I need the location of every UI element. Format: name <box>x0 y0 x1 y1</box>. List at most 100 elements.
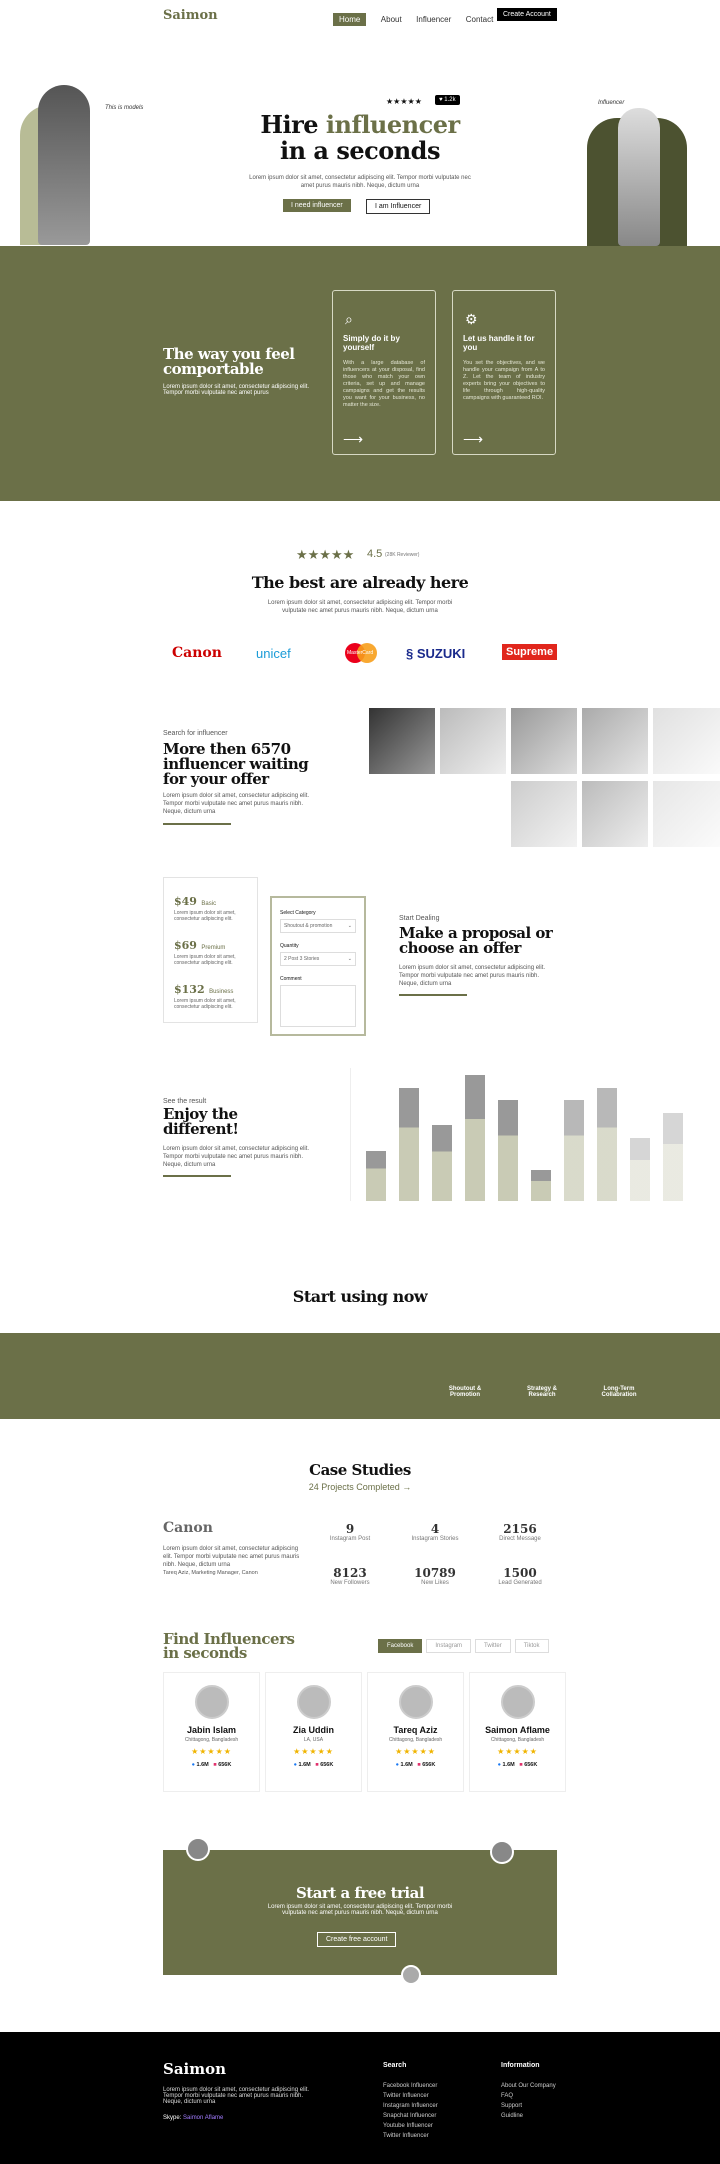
price-business[interactable]: $132 Business Lorem ipsum dolor sit amet,… <box>174 980 257 1010</box>
card-diy-desc: With a large database of influencers at … <box>343 360 425 408</box>
influencer-photo[interactable] <box>369 708 435 774</box>
influencer-name: Tareq Aziz <box>393 1725 438 1735</box>
result-kicker: See the result <box>163 1098 207 1105</box>
influencer-name: Saimon Aflame <box>485 1725 550 1735</box>
footer-link[interactable]: FAQ <box>501 2093 556 2099</box>
price-premium[interactable]: $69 Premium Lorem ipsum dolor sit amet, c… <box>174 936 257 966</box>
chart-bar <box>531 1169 551 1201</box>
search-underline <box>163 823 231 825</box>
comment-label: Comment <box>280 976 302 982</box>
tab-tiktok[interactable]: Tiktok <box>514 1639 549 1653</box>
skype-link[interactable]: Saimon Aflame <box>183 2115 223 2121</box>
influencer-photo[interactable] <box>582 708 648 774</box>
service-shoutout[interactable]: Shoutout & Promotion <box>440 1386 490 1398</box>
rating-stars: ★★★★★ <box>395 1747 436 1756</box>
category-label: Select Category <box>280 910 316 916</box>
case-stat-label: Lead Generated <box>498 1580 542 1586</box>
influencer-card[interactable]: Tareq Aziz Chittagong, Bangladesh ★★★★★ ● 1… <box>367 1672 464 1792</box>
influencer-card[interactable]: Zia Uddin LA, USA ★★★★★ ● 1.6M ■ 656K <box>265 1672 362 1792</box>
fb-followers: 1.6M <box>400 1762 413 1768</box>
price-basic[interactable]: $49 Basic Lorem ipsum dolor sit amet, con… <box>174 892 257 922</box>
footer-desc: Lorem ipsum dolor sit amet, consectetur … <box>163 2087 310 2105</box>
card-diy[interactable]: ⌕ Simply do it by yourself With a large … <box>332 290 436 455</box>
footer-link[interactable]: Guidline <box>501 2113 556 2119</box>
footer-search-title: Search <box>383 2062 407 2069</box>
influencer-name: Jabin Islam <box>186 1725 237 1735</box>
footer-search: Search Facebook Influencer Twitter Influe… <box>383 2062 438 2143</box>
platform-tabs: Facebook Instagram Twitter Tiktok <box>374 1634 549 1653</box>
footer-link[interactable]: Snapchat Influencer <box>383 2113 438 2119</box>
comment-textarea[interactable] <box>280 985 356 1027</box>
hero-title-b: influencer <box>325 110 460 139</box>
service-strategy[interactable]: Strategy & Research <box>517 1386 567 1398</box>
avatar <box>401 1965 421 1985</box>
case-stat-value: 9 <box>345 1522 355 1536</box>
reviews-title: The best are already here <box>251 573 469 592</box>
influencer-photo[interactable] <box>440 708 506 774</box>
deal-title: Make a proposal or choose an offer <box>399 924 553 957</box>
footer-link[interactable]: Twitter Influencer <box>383 2133 438 2139</box>
case-stat-label: New Followers <box>330 1580 370 1586</box>
need-influencer-button[interactable]: I need influencer <box>283 199 351 212</box>
case-stat-value: 4 <box>430 1522 440 1536</box>
influencer-photo[interactable] <box>653 781 720 847</box>
create-free-account-button[interactable]: Create free account <box>317 1932 397 1947</box>
case-stat: 10789 New Likes <box>405 1566 465 1586</box>
nav-about[interactable]: About <box>381 15 402 24</box>
influencer-photo[interactable] <box>511 781 577 847</box>
influencer-name: Zia Uddin <box>293 1725 334 1735</box>
influencer-card[interactable]: Saimon Aflame Chittagong, Bangladesh ★★★★★… <box>469 1672 566 1792</box>
influencer-photo[interactable] <box>511 708 577 774</box>
service-collaboration[interactable]: Long-Term Collabration <box>594 1386 644 1398</box>
brand-suzuki: § SUZUKI <box>406 646 466 661</box>
footer-link[interactable]: About Our Company <box>501 2083 556 2089</box>
nav-home[interactable]: Home <box>333 13 367 26</box>
fb-followers: 1.6M <box>502 1762 515 1768</box>
brand-canon: Canon <box>172 645 222 661</box>
brand-suzuki-label: SUZUKI <box>416 646 466 661</box>
create-account-button[interactable]: Create Account <box>497 8 557 21</box>
footer-link[interactable]: Youtube Influencer <box>383 2123 438 2129</box>
start-title: Start using now <box>292 1287 428 1306</box>
influencer-card[interactable]: Jabin Islam Chittagong, Bangladesh ★★★★★ ● … <box>163 1672 260 1792</box>
footer-link[interactable]: Support <box>501 2103 556 2109</box>
search-icon: ⌕ <box>345 311 353 327</box>
cases-link[interactable]: 24 Projects Completed → <box>0 1482 720 1492</box>
tab-facebook[interactable]: Facebook <box>378 1639 423 1653</box>
rating-stars: ★★★★★ <box>497 1747 538 1756</box>
am-influencer-button[interactable]: I am Influencer <box>366 199 431 214</box>
band-desc: Lorem ipsum dolor sit amet, consectetur … <box>163 384 310 396</box>
influencer-photo[interactable] <box>582 781 648 847</box>
case-stat: 9 Instagram Post <box>320 1522 380 1542</box>
quantity-select[interactable]: 2 Post 3 Stories ⌄ <box>280 952 356 966</box>
arrow-right-icon[interactable]: ⟶ <box>343 431 363 448</box>
arrow-right-icon[interactable]: ⟶ <box>463 431 483 448</box>
footer-link[interactable]: Twitter Influencer <box>383 2093 438 2099</box>
ig-followers: 656K <box>524 1762 538 1768</box>
avatar <box>490 1840 514 1864</box>
services-band <box>0 1333 720 1419</box>
facebook-icon: ● <box>395 1762 399 1768</box>
influencer-photo[interactable] <box>653 708 720 774</box>
tab-instagram[interactable]: Instagram <box>426 1639 472 1653</box>
footer <box>0 2032 720 2164</box>
card-managed[interactable]: ⚙ Let us handle it for you You set the o… <box>452 290 556 455</box>
footer-link[interactable]: Facebook Influencer <box>383 2083 438 2089</box>
review-count: (28K Reviewer) <box>385 552 420 558</box>
rating-stars: ★★★★★ <box>191 1747 232 1756</box>
case-stat: 1500 Lead Generated <box>490 1566 550 1586</box>
case-stat: 2156 Direct Message <box>490 1522 550 1542</box>
nav-influencer[interactable]: Influencer <box>416 15 451 24</box>
footer-information: Information About Our Company FAQ Support G… <box>501 2062 556 2123</box>
ig-followers: 656K <box>218 1762 232 1768</box>
footer-logo[interactable]: Saimon <box>163 2060 226 2078</box>
nav-contact[interactable]: Contact <box>466 15 494 24</box>
category-select[interactable]: Shoutout & promotion ⌄ <box>280 919 356 933</box>
logo[interactable]: Saimon <box>163 8 218 23</box>
tab-twitter[interactable]: Twitter <box>475 1639 511 1653</box>
chart-bar <box>597 1087 617 1201</box>
case-author: Tareq Aziz, Marketing Manager, Canon <box>163 1570 258 1576</box>
case-stat-label: New Likes <box>421 1580 449 1586</box>
card-diy-title: Simply do it by yourself <box>343 334 400 352</box>
footer-link[interactable]: Instagram Influencer <box>383 2103 438 2109</box>
